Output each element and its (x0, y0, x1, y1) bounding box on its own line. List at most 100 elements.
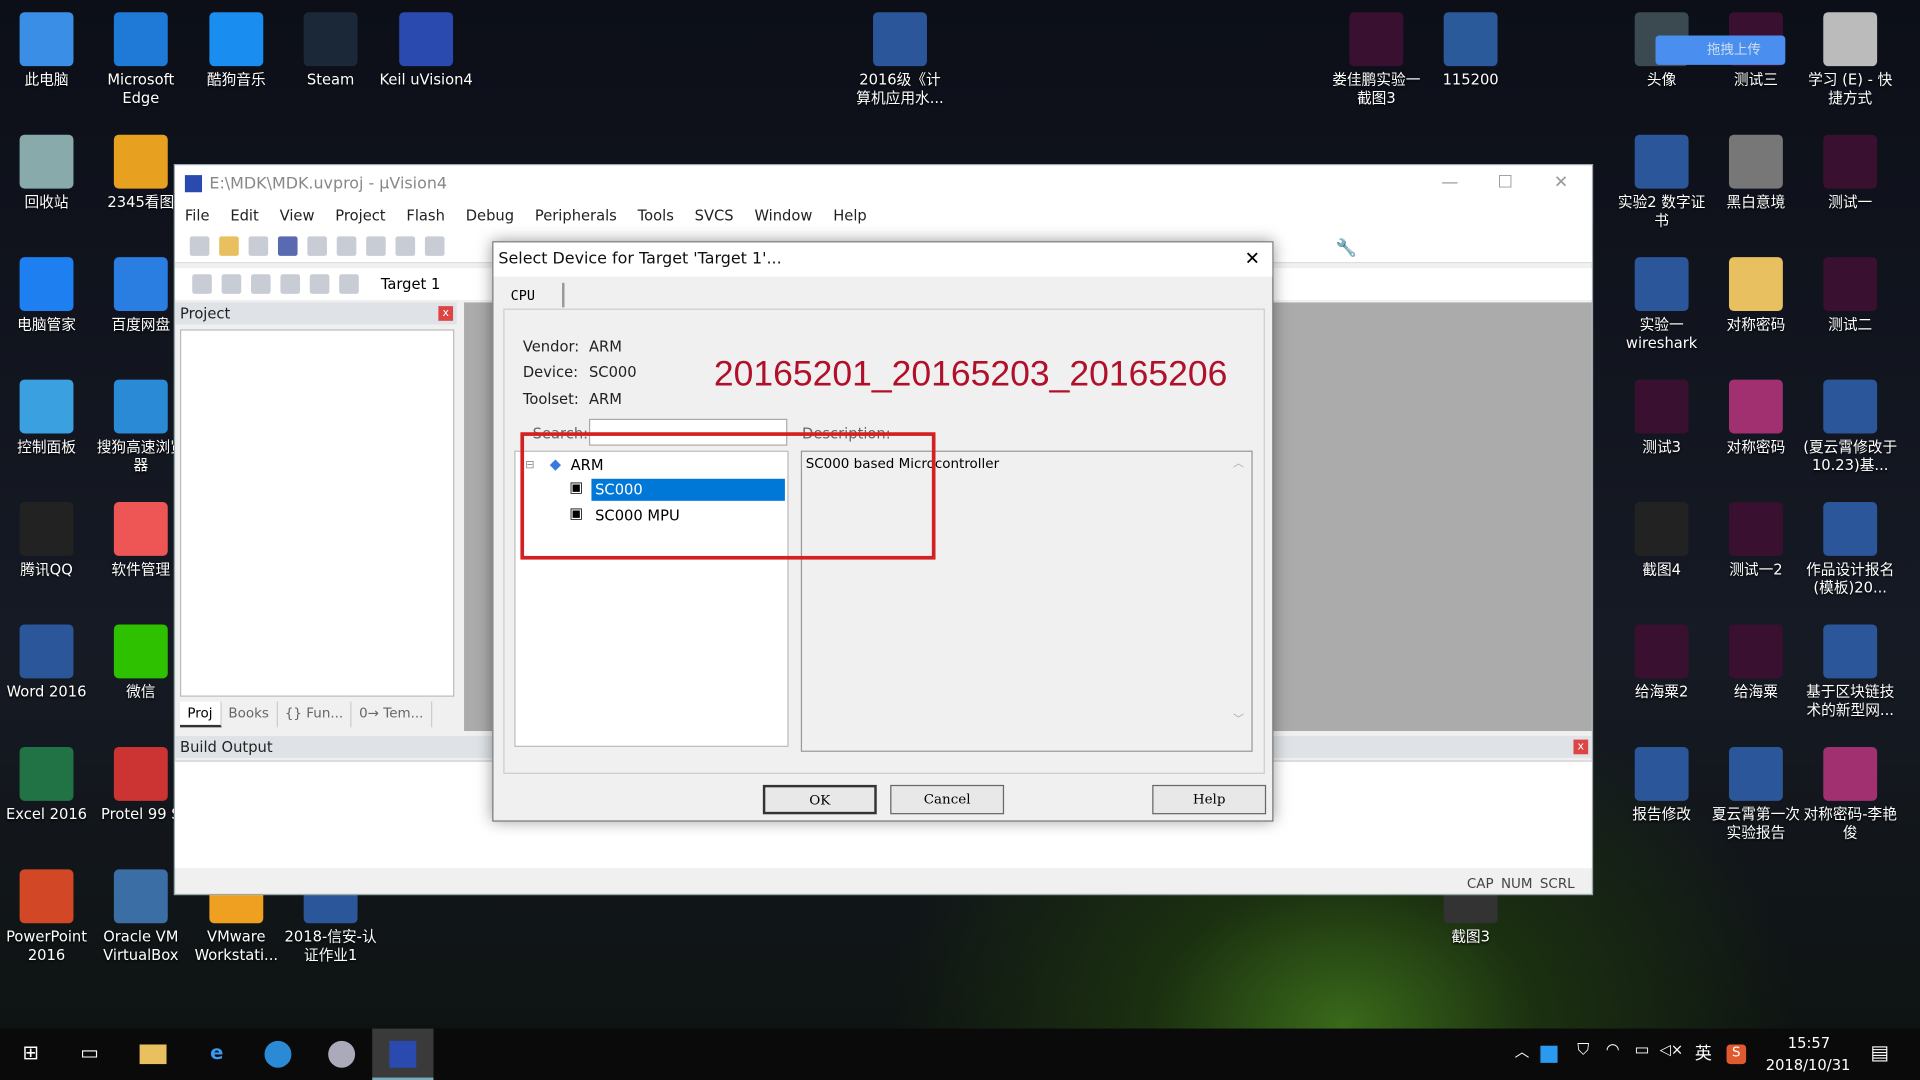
redo-icon[interactable] (424, 235, 445, 256)
paste-icon[interactable] (366, 235, 386, 256)
batch-icon[interactable] (280, 274, 301, 294)
desktop-icon[interactable]: PowerPoint 2016 (0, 869, 94, 965)
panel-tab[interactable]: Books (221, 701, 278, 728)
desktop-icon[interactable]: 作品设计报名(模板)20... (1802, 502, 1898, 598)
desktop-icon[interactable]: 对称密码-李艳俊 (1802, 746, 1898, 843)
close-panel-icon[interactable]: x (1573, 739, 1589, 755)
panel-tab[interactable]: 0→ Tem... (352, 701, 433, 728)
desktop-icon[interactable]: 学习 (E) - 快捷方式 (1802, 12, 1898, 108)
scroll-up-icon[interactable]: ︿ (1233, 454, 1244, 470)
desktop-icon[interactable]: 腾讯QQ (0, 502, 94, 579)
wifi-icon[interactable]: ◠ (1599, 1041, 1626, 1068)
maximize-button[interactable]: ☐ (1498, 173, 1513, 193)
compile-icon[interactable] (192, 274, 212, 294)
desktop-icon[interactable]: 给海粟 (1708, 624, 1804, 701)
rebuild-icon[interactable] (251, 274, 271, 294)
undo-icon[interactable] (395, 235, 416, 256)
desktop-icon[interactable]: 测试二 (1802, 257, 1898, 334)
desktop-icon[interactable]: 对称密码 (1708, 257, 1804, 334)
project-tree[interactable] (180, 329, 455, 697)
scroll-down-icon[interactable]: ﹀ (1233, 710, 1244, 726)
volume-muted-icon[interactable]: ◁× (1658, 1041, 1685, 1068)
desktop-icon[interactable]: 电脑管家 (0, 257, 94, 334)
desktop-icon[interactable]: Word 2016 (0, 624, 94, 701)
desktop-icon[interactable]: 报告修改 (1614, 746, 1710, 824)
menu-debug[interactable]: Debug (466, 207, 514, 224)
close-panel-icon[interactable]: x (438, 306, 454, 321)
panel-tab[interactable]: {} Fun... (278, 701, 352, 728)
menu-help[interactable]: Help (833, 207, 867, 224)
save-icon[interactable] (248, 235, 269, 256)
desktop-icon[interactable]: 测试3 (1614, 379, 1710, 457)
cancel-button[interactable]: Cancel (890, 784, 1005, 815)
dialog-close-button[interactable]: ✕ (1245, 247, 1260, 269)
desktop-icon[interactable]: 给海粟2 (1614, 624, 1710, 701)
desktop-icon[interactable]: 控制面板 (0, 379, 94, 457)
menu-project[interactable]: Project (335, 207, 385, 224)
help-button[interactable]: Help (1152, 784, 1267, 815)
menu-flash[interactable]: Flash (406, 207, 445, 224)
file-explorer-icon[interactable] (139, 1044, 167, 1065)
menu-tools[interactable]: Tools (638, 207, 674, 224)
show-hidden-icons[interactable]: ︿ (1509, 1041, 1536, 1068)
battery-icon[interactable]: ▭ (1629, 1041, 1656, 1068)
desktop-icon[interactable]: 此电脑 (0, 12, 94, 89)
desktop-icon[interactable]: 酷狗音乐 (189, 12, 285, 89)
target-select[interactable]: Target 1 (381, 276, 440, 293)
sogou-browser-icon[interactable] (264, 1040, 292, 1068)
desktop-icon[interactable]: 实验一 wireshark (1614, 257, 1710, 353)
desktop-icon[interactable]: 实验2 数字证书 (1614, 134, 1710, 231)
desktop-icon[interactable]: 夏云霄第一次实验报告 (1708, 746, 1804, 843)
download-icon[interactable] (339, 274, 359, 294)
new-file-icon[interactable] (189, 235, 210, 256)
stop-icon[interactable] (309, 274, 330, 294)
notification-center-icon[interactable]: ▤ (1866, 1041, 1893, 1068)
menu-file[interactable]: File (185, 207, 210, 224)
upload-widget[interactable]: 拖拽上传 (1655, 35, 1786, 65)
desktop-icon[interactable]: (夏云霄修改于10.23)基... (1802, 379, 1898, 476)
desktop-icon[interactable]: 基于区块链技术的新型网... (1802, 624, 1898, 720)
menu-svcs[interactable]: SVCS (695, 207, 734, 224)
desktop-icon[interactable]: Keil uVision4 (378, 12, 474, 89)
menu-view[interactable]: View (280, 207, 315, 224)
app-icon[interactable] (328, 1040, 356, 1068)
desktop-icon[interactable]: Microsoft Edge (93, 12, 189, 108)
cut-icon[interactable] (307, 235, 327, 256)
desktop-icon[interactable]: 娄佳鹏实验一截图3 (1329, 12, 1425, 108)
desktop-icon[interactable]: 回收站 (0, 134, 94, 212)
clock-time[interactable]: 15:57 (1788, 1035, 1830, 1052)
desktop-icon[interactable]: 黑白意境 (1708, 134, 1804, 212)
sogou-ime-icon[interactable]: S (1726, 1044, 1747, 1065)
wrench-icon[interactable]: 🔧 (1336, 239, 1357, 259)
tab-cpu[interactable]: CPU (503, 282, 565, 308)
open-icon[interactable] (219, 235, 239, 256)
word-doc-icon (1634, 134, 1689, 189)
clock-date[interactable]: 2018/10/31 (1766, 1057, 1851, 1074)
desktop-icon[interactable]: Excel 2016 (0, 746, 94, 824)
keil-taskbar-button[interactable] (372, 1028, 434, 1080)
desktop-icon-label: 115200 (1442, 71, 1499, 89)
menu-peripherals[interactable]: Peripherals (535, 207, 617, 224)
build-icon[interactable] (221, 274, 242, 294)
close-button[interactable]: ✕ (1554, 173, 1568, 193)
task-view-icon[interactable]: ▭ (76, 1041, 103, 1068)
edge-icon[interactable]: e (203, 1041, 230, 1068)
desktop-icon[interactable]: 测试一 (1802, 134, 1898, 212)
desktop-icon[interactable]: 测试一2 (1708, 502, 1804, 579)
menu-window[interactable]: Window (754, 207, 812, 224)
copy-icon[interactable] (336, 235, 357, 256)
tray-shield-icon[interactable]: ⛉ (1570, 1041, 1597, 1068)
desktop-icon[interactable]: 115200 (1423, 12, 1519, 89)
desktop-icon[interactable]: 2016级《计算机应用水... (852, 12, 948, 108)
ok-button[interactable]: OK (762, 784, 877, 815)
start-button[interactable]: ⊞ (17, 1041, 44, 1068)
save-all-icon[interactable] (277, 235, 298, 256)
panel-tab[interactable]: Proj (180, 701, 222, 728)
desktop-icon[interactable]: 截图4 (1614, 502, 1710, 579)
tray-app-icon[interactable] (1540, 1045, 1558, 1063)
ime-indicator[interactable]: 英 (1690, 1041, 1717, 1068)
desktop-icon[interactable]: Steam (283, 12, 379, 89)
menu-edit[interactable]: Edit (230, 207, 258, 224)
desktop-icon[interactable]: 对称密码 (1708, 379, 1804, 457)
minimize-button[interactable]: — (1441, 173, 1458, 193)
